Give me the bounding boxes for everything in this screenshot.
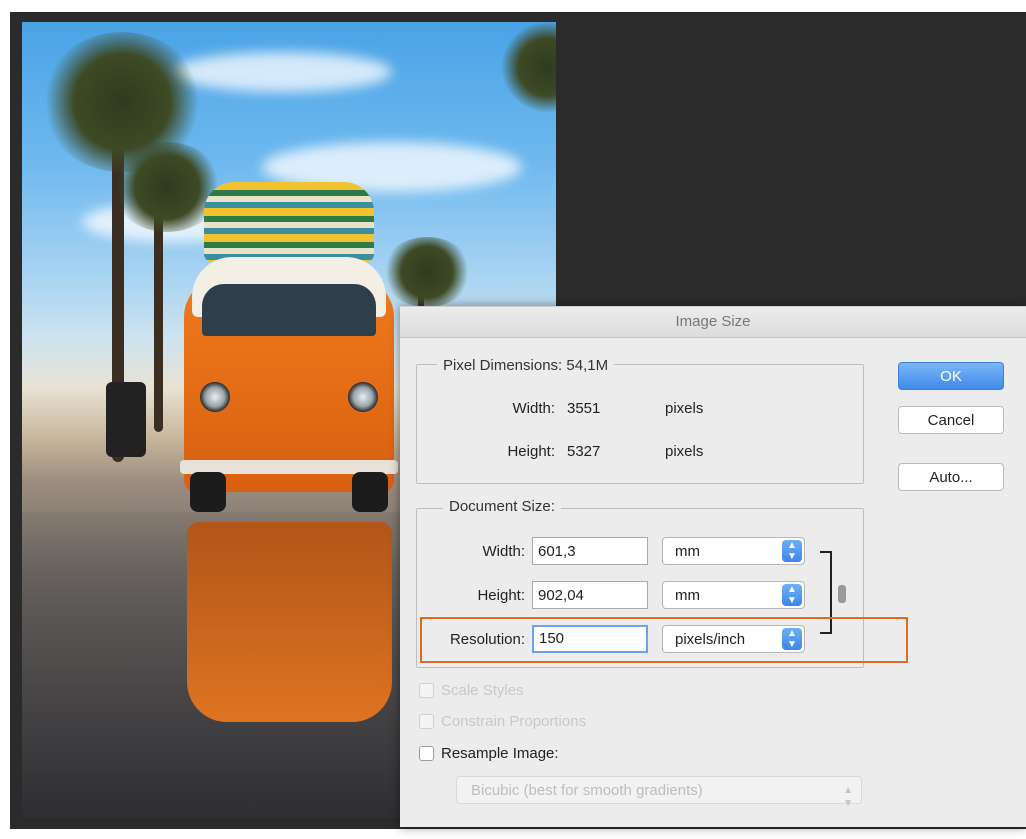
pixel-dimensions-title: Pixel Dimensions: 54,1M (437, 357, 615, 374)
doc-width-input[interactable]: 601,3 (532, 537, 648, 565)
doc-height-input[interactable]: 902,04 (532, 581, 648, 609)
pixel-width-unit: pixels (665, 400, 704, 417)
van-windshield (202, 284, 376, 336)
palm-leaves (382, 237, 472, 307)
scale-styles-label: Scale Styles (441, 682, 524, 699)
resample-image-label: Resample Image: (441, 745, 559, 762)
resample-image-checkbox[interactable] (419, 746, 434, 761)
frame-left (0, 0, 10, 839)
surfboards (204, 182, 374, 262)
up-down-chevron-icon: ▲ ▼ (782, 584, 802, 606)
up-down-chevron-icon: ▲ ▼ (843, 785, 853, 809)
scale-styles-checkbox[interactable] (419, 683, 434, 698)
pixel-dimensions-group (416, 364, 864, 484)
doc-width-unit: mm (675, 543, 700, 560)
van-headlight (200, 382, 230, 412)
dialog-title: Image Size (400, 307, 1026, 338)
pixel-dimensions-label: Pixel Dimensions: (443, 357, 563, 374)
frame-top (0, 0, 1026, 12)
auto-button[interactable]: Auto... (898, 463, 1004, 491)
pixel-height-label: Height: (507, 443, 555, 460)
doc-width-label: Width: (482, 543, 525, 560)
pixel-width-label: Width: (512, 400, 555, 417)
doc-height-unit: mm (675, 587, 700, 604)
pixel-dimensions-size: 54,1M (566, 357, 609, 374)
trash-bin (106, 382, 146, 457)
link-bracket-top (820, 551, 832, 594)
van-wheel (190, 472, 226, 512)
chain-link-icon (838, 585, 846, 603)
frame-bottom (0, 829, 1026, 839)
doc-height-unit-select[interactable]: mm ▲ ▼ (662, 581, 805, 609)
constrain-proportions-checkbox[interactable] (419, 714, 434, 729)
pixel-height-unit: pixels (665, 443, 704, 460)
pixel-height-value: 5327 (567, 443, 601, 460)
constrain-proportions-label: Constrain Proportions (441, 713, 587, 730)
up-down-chevron-icon: ▲ ▼ (782, 540, 802, 562)
doc-width-unit-select[interactable]: mm ▲ ▼ (662, 537, 805, 565)
resample-method-select[interactable]: Bicubic (best for smooth gradients) ▲ ▼ (456, 776, 862, 809)
van-headlight (348, 382, 378, 412)
cancel-button[interactable]: Cancel (898, 406, 1004, 434)
palm-leaves (502, 22, 556, 112)
cloud (172, 52, 392, 92)
doc-height-label: Height: (477, 587, 525, 604)
van-reflection (187, 522, 392, 722)
resolution-highlight (420, 617, 908, 663)
pixel-width-value: 3551 (567, 400, 601, 417)
van-wheel (352, 472, 388, 512)
ok-button[interactable]: OK (898, 362, 1004, 390)
resample-method: Bicubic (best for smooth gradients) (471, 782, 703, 799)
document-size-title: Document Size: (443, 498, 561, 515)
